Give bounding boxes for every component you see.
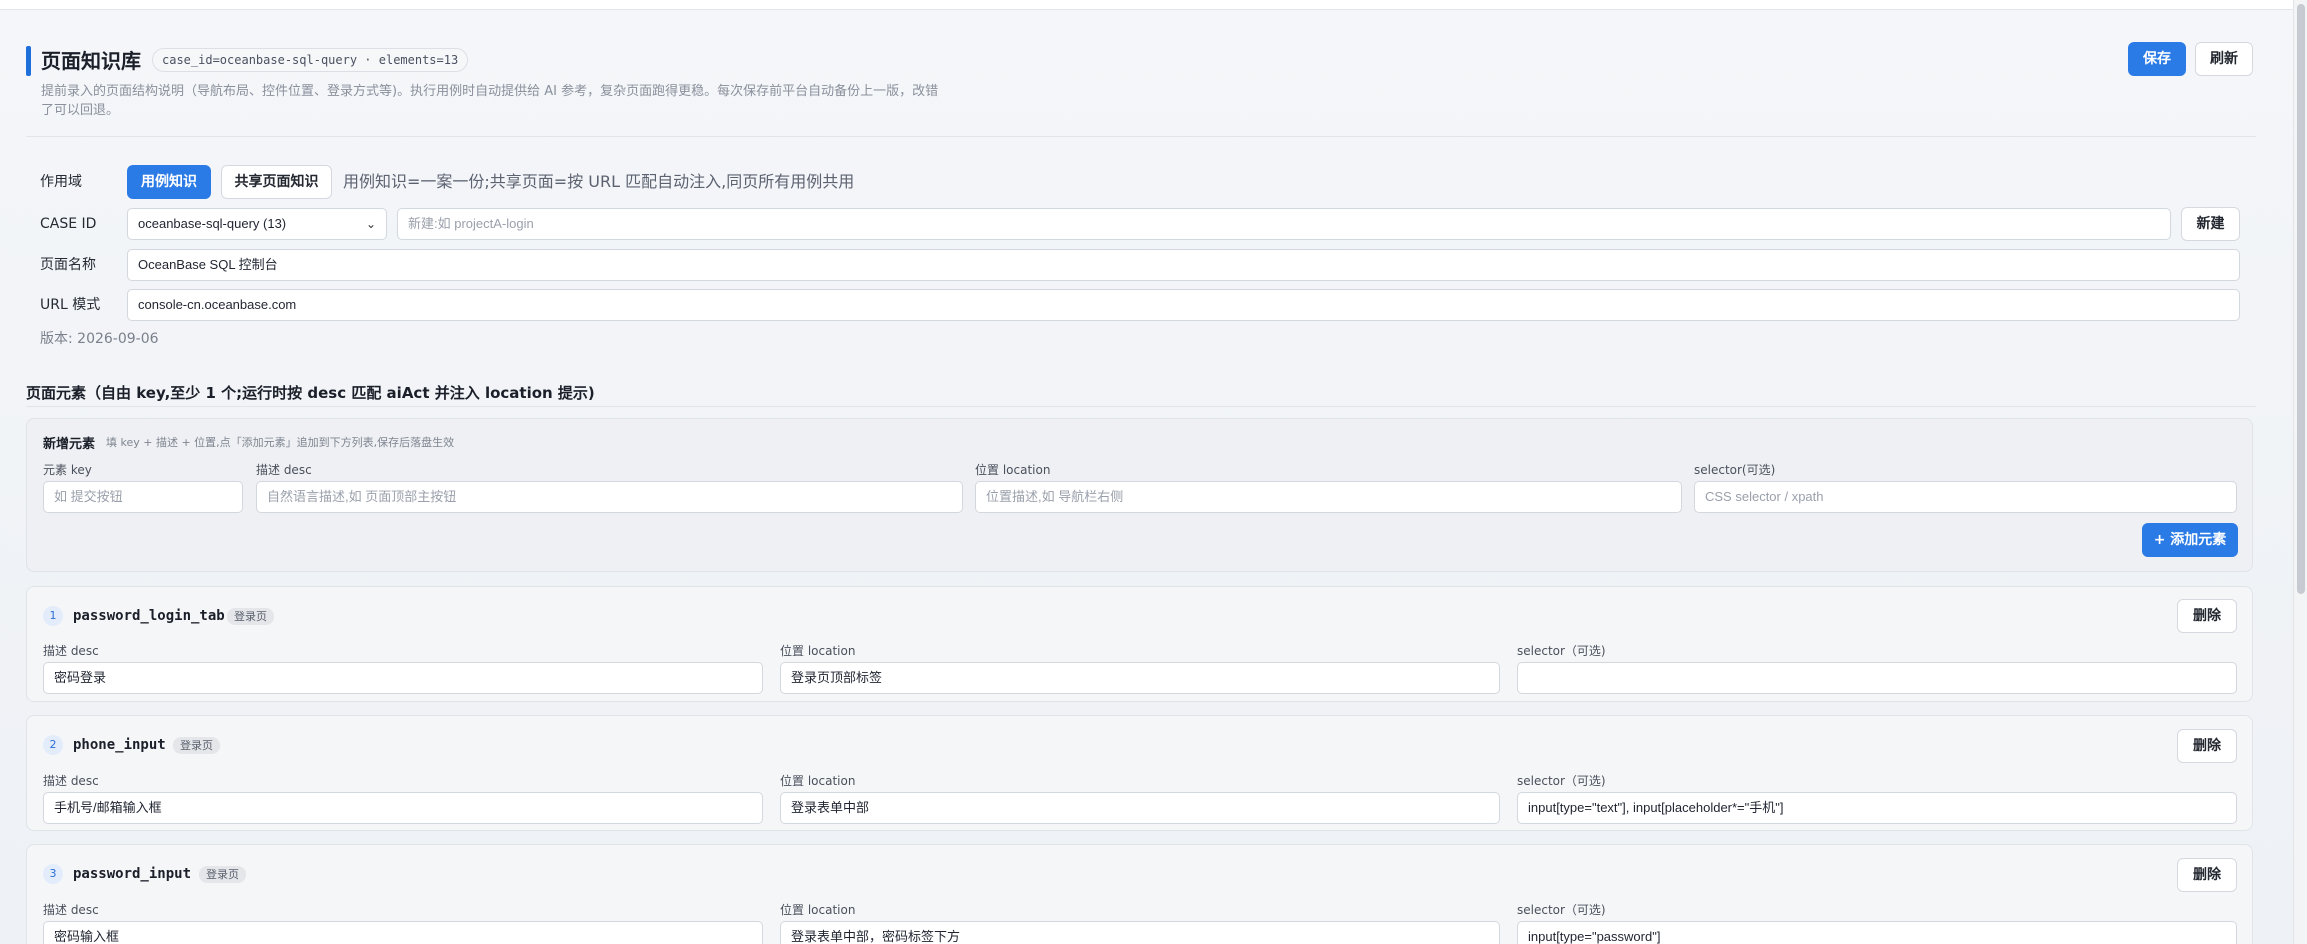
new-element-title: 新增元素 <box>43 437 96 452</box>
tab-case-knowledge[interactable]: 用例知识 <box>127 165 211 199</box>
element-selector-label: selector(可选) <box>1694 463 1776 477</box>
element-location-label: 位置 location <box>975 463 1051 477</box>
new-case-id-input[interactable]: 新建:如 projectA-login <box>397 208 2171 240</box>
element-tag: 登录页 <box>199 866 246 883</box>
element-selector-input[interactable]: CSS selector / xpath <box>1694 481 2237 513</box>
element-desc-label: 描述 desc <box>256 463 312 477</box>
scrollbar-thumb[interactable] <box>2297 4 2305 594</box>
selector-label: selector（可选) <box>1517 903 1606 917</box>
page-scrollbar[interactable] <box>2293 0 2307 944</box>
case-id-badge: case_id=oceanbase-sql-query · elements=1… <box>152 48 469 72</box>
element-index: 3 <box>43 864 63 884</box>
scope-label: 作用域 <box>40 174 82 190</box>
location-label: 位置 location <box>780 644 856 658</box>
element-desc-field[interactable]: 密码登录 <box>43 662 763 694</box>
section-divider <box>26 406 2256 407</box>
element-location-field[interactable]: 登录表单中部，密码标签下方 <box>780 921 1500 944</box>
element-desc-field[interactable]: 密码输入框 <box>43 921 763 944</box>
delete-element-button[interactable]: 删除 <box>2177 599 2237 633</box>
element-key: password_login_tab <box>73 608 225 624</box>
add-element-button[interactable]: + 添加元素 <box>2142 523 2238 557</box>
case-id-selected-value: oceanbase-sql-query (13) <box>138 216 287 231</box>
new-case-button[interactable]: 新建 <box>2181 207 2240 241</box>
element-selector-field[interactable]: input[type="password"] <box>1517 921 2237 944</box>
location-label: 位置 location <box>780 903 856 917</box>
element-key: phone_input <box>73 737 166 753</box>
element-tag: 登录页 <box>173 737 220 754</box>
delete-element-button[interactable]: 删除 <box>2177 729 2237 763</box>
version-text: 版本: 2026-09-06 <box>40 331 159 347</box>
case-id-select[interactable]: oceanbase-sql-query (13) ⌄ <box>127 208 387 240</box>
desc-label: 描述 desc <box>43 774 99 788</box>
page-name-input[interactable]: OceanBase SQL 控制台 <box>127 249 2240 281</box>
element-card: 2 phone_input 登录页 删除 描述 desc 手机号/邮箱输入框 位… <box>26 715 2253 831</box>
chevron-down-icon: ⌄ <box>365 217 376 231</box>
element-desc-field[interactable]: 手机号/邮箱输入框 <box>43 792 763 824</box>
save-button[interactable]: 保存 <box>2128 42 2186 76</box>
new-element-panel: 新增元素 填 key + 描述 + 位置,点「添加元素」追加到下方列表,保存后落… <box>26 418 2253 572</box>
delete-element-button[interactable]: 删除 <box>2177 858 2237 892</box>
element-key-label: 元素 key <box>43 463 92 477</box>
element-location-field[interactable]: 登录表单中部 <box>780 792 1500 824</box>
element-card: 1 password_login_tab 登录页 删除 描述 desc 密码登录… <box>26 586 2253 702</box>
elements-section-title: 页面元素（自由 key,至少 1 个;运行时按 desc 匹配 aiAct 并注… <box>26 384 595 402</box>
element-tag: 登录页 <box>227 608 274 625</box>
element-location-field[interactable]: 登录页顶部标签 <box>780 662 1500 694</box>
refresh-button[interactable]: 刷新 <box>2195 42 2253 76</box>
page-name-label: 页面名称 <box>40 257 96 273</box>
scope-hint: 用例知识=一案一份;共享页面=按 URL 匹配自动注入,同页所有用例共用 <box>343 172 855 191</box>
element-key-input[interactable]: 如 提交按钮 <box>43 481 243 513</box>
element-location-input[interactable]: 位置描述,如 导航栏右侧 <box>975 481 1682 513</box>
selector-label: selector（可选) <box>1517 774 1606 788</box>
element-key: password_input <box>73 866 192 882</box>
desc-label: 描述 desc <box>43 903 99 917</box>
selector-label: selector（可选) <box>1517 644 1606 658</box>
top-bar <box>0 0 2307 10</box>
element-selector-field[interactable]: input[type="text"], input[placeholder*="… <box>1517 792 2237 824</box>
url-pattern-input[interactable]: console-cn.oceanbase.com <box>127 289 2240 321</box>
tab-shared-page-knowledge[interactable]: 共享页面知识 <box>221 165 332 199</box>
element-index: 2 <box>43 735 63 755</box>
element-desc-input[interactable]: 自然语言描述,如 页面顶部主按钮 <box>256 481 963 513</box>
title-accent-bar <box>26 46 31 76</box>
page-title: 页面知识库 <box>41 49 141 73</box>
page-description: 提前录入的页面结构说明（导航布局、控件位置、登录方式等)。执行用例时自动提供给 … <box>41 84 939 118</box>
element-card: 3 password_input 登录页 删除 描述 desc 密码输入框 位置… <box>26 844 2253 944</box>
location-label: 位置 location <box>780 774 856 788</box>
case-id-label: CASE ID <box>40 216 97 232</box>
url-pattern-label: URL 模式 <box>40 297 101 313</box>
desc-label: 描述 desc <box>43 644 99 658</box>
header-divider <box>26 136 2256 137</box>
new-element-hint: 填 key + 描述 + 位置,点「添加元素」追加到下方列表,保存后落盘生效 <box>106 436 455 449</box>
element-selector-field[interactable] <box>1517 662 2237 694</box>
element-index: 1 <box>43 606 63 626</box>
